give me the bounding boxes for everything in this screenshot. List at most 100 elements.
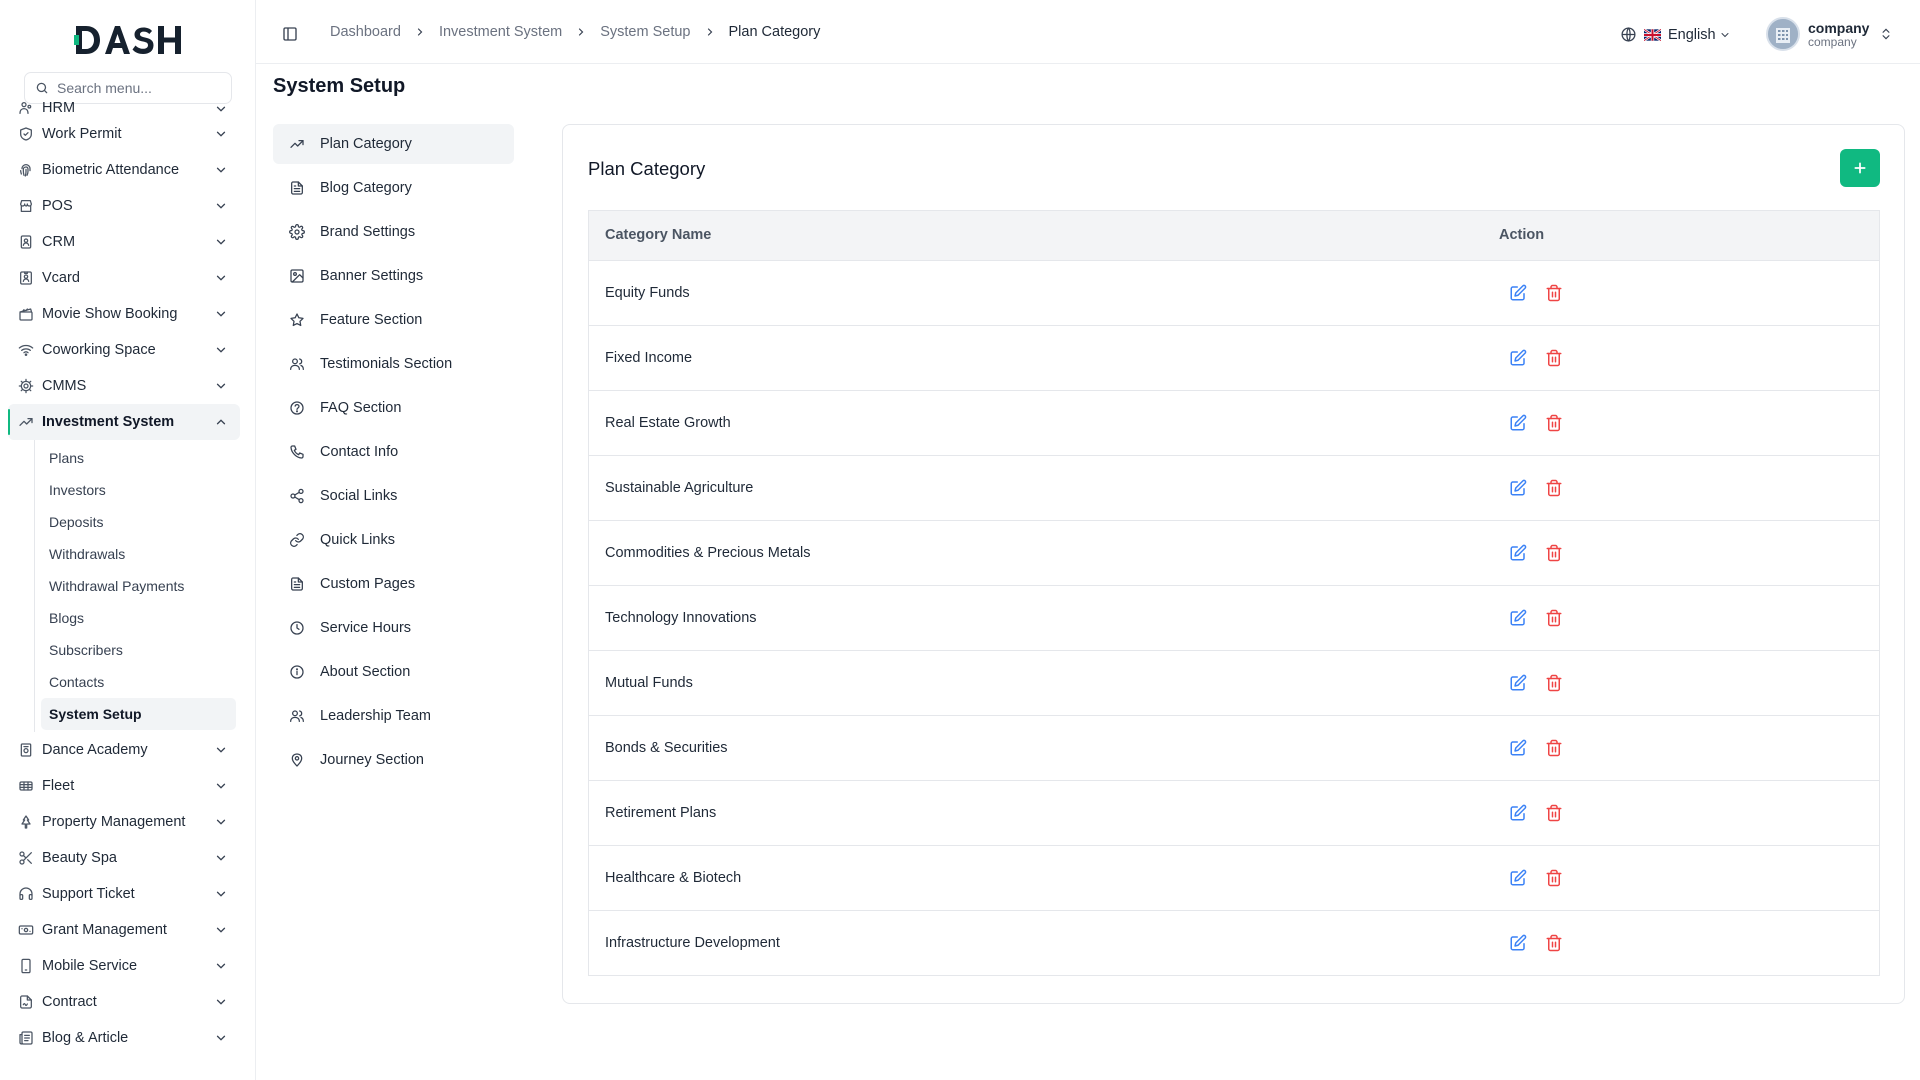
submenu-item-contacts[interactable]: Contacts <box>41 666 236 698</box>
submenu-item-subscribers[interactable]: Subscribers <box>41 634 236 666</box>
edit-icon[interactable] <box>1509 869 1527 887</box>
submenu-item-blogs[interactable]: Blogs <box>41 602 236 634</box>
edit-icon[interactable] <box>1509 934 1527 952</box>
edit-icon[interactable] <box>1509 674 1527 692</box>
language-selector[interactable]: English <box>1620 26 1731 43</box>
breadcrumb-investment-system[interactable]: Investment System <box>439 24 562 40</box>
submenu-item-withdrawals[interactable]: Withdrawals <box>41 538 236 570</box>
sidebar-item-blog-and-article[interactable]: Blog & Article <box>8 1020 240 1056</box>
add-category-button[interactable] <box>1840 149 1880 187</box>
submenu-item-plans[interactable]: Plans <box>41 442 236 474</box>
sidebar-item-pos[interactable]: POS <box>8 188 240 224</box>
chevron-down-icon <box>216 855 226 861</box>
sidebar-item-label: Mobile Service <box>42 958 138 974</box>
sidebar-item-investment-system[interactable]: Investment System <box>8 404 240 440</box>
trash-icon[interactable] <box>1545 674 1563 692</box>
chevron-up-icon <box>216 419 226 425</box>
trash-icon[interactable] <box>1545 609 1563 627</box>
settings-nav-label: About Section <box>320 664 411 680</box>
sidebar-item-vcard[interactable]: Vcard <box>8 260 240 296</box>
settings-nav-faq-section[interactable]: FAQ Section <box>273 388 514 428</box>
settings-nav-plan-category[interactable]: Plan Category <box>273 124 514 164</box>
sidebar-item-fleet[interactable]: Fleet <box>8 768 240 804</box>
file-text-icon <box>291 181 303 195</box>
settings-nav-quick-links[interactable]: Quick Links <box>273 520 514 560</box>
settings-nav-social-links[interactable]: Social Links <box>273 476 514 516</box>
submenu-item-investors[interactable]: Investors <box>41 474 236 506</box>
sidebar-item-dance-academy[interactable]: Dance Academy <box>8 732 240 768</box>
sidebar-item-label: Support Ticket <box>42 886 135 902</box>
category-name-cell: Healthcare & Biotech <box>605 869 742 886</box>
sidebar-item-movie-show-booking[interactable]: Movie Show Booking <box>8 296 240 332</box>
sidebar-item-grant-management[interactable]: Grant Management <box>8 912 240 948</box>
settings-nav-service-hours[interactable]: Service Hours <box>273 608 514 648</box>
trash-icon[interactable] <box>1545 544 1563 562</box>
edit-icon[interactable] <box>1509 284 1527 302</box>
settings-nav-contact-info[interactable]: Contact Info <box>273 432 514 472</box>
sidebar-item-support-ticket[interactable]: Support Ticket <box>8 876 240 912</box>
settings-nav-testimonials-section[interactable]: Testimonials Section <box>273 344 514 384</box>
trash-icon[interactable] <box>1545 804 1563 822</box>
edit-icon[interactable] <box>1509 609 1527 627</box>
sidebar-item-beauty-spa[interactable]: Beauty Spa <box>8 840 240 876</box>
sidebar-item-hrm[interactable]: HRM <box>8 102 240 116</box>
user-menu[interactable]: company company <box>1766 17 1893 51</box>
sidebar-item-coworking-space[interactable]: Coworking Space <box>8 332 240 368</box>
sidebar-item-mobile-service[interactable]: Mobile Service <box>8 948 240 984</box>
action-cell <box>1499 910 1879 975</box>
headset-icon <box>19 887 33 900</box>
sidebar-toggle-icon[interactable] <box>282 26 298 42</box>
edit-icon[interactable] <box>1509 544 1527 562</box>
breadcrumb-dashboard[interactable]: Dashboard <box>330 24 401 40</box>
gear-icon <box>289 224 305 240</box>
edit-icon[interactable] <box>1509 804 1527 822</box>
chevron-right-icon <box>707 28 712 36</box>
edit-icon[interactable] <box>1509 479 1527 497</box>
trash-icon[interactable] <box>1545 869 1563 887</box>
sidebar-item-crm[interactable]: CRM <box>8 224 240 260</box>
settings-nav-banner-settings[interactable]: Banner Settings <box>273 256 514 296</box>
column-header-category-name[interactable]: Category Name <box>589 211 1499 260</box>
sidebar-item-property-management[interactable]: Property Management <box>8 804 240 840</box>
edit-icon[interactable] <box>1509 739 1527 757</box>
chevron-down-icon <box>216 747 226 753</box>
dash-logo[interactable] <box>74 20 184 60</box>
settings-nav-feature-section[interactable]: Feature Section <box>273 300 514 340</box>
contact-book-icon <box>20 235 32 249</box>
truck-icon <box>19 781 33 791</box>
sidebar-item-contract[interactable]: Contract <box>8 984 240 1020</box>
sidebar-item-label: Grant Management <box>42 922 167 938</box>
sidebar-item-biometric-attendance[interactable]: Biometric Attendance <box>8 152 240 188</box>
settings-nav-leadership-team[interactable]: Leadership Team <box>273 696 514 736</box>
sidebar-item-label: HRM <box>42 102 76 116</box>
cog-icon <box>18 378 34 394</box>
submenu-item-system-setup[interactable]: System Setup <box>41 698 236 730</box>
sidebar-item-work-permit[interactable]: Work Permit <box>8 116 240 152</box>
edit-icon[interactable] <box>1509 414 1527 432</box>
chevron-down-icon <box>216 311 226 317</box>
trash-icon[interactable] <box>1545 414 1563 432</box>
breadcrumb-system-setup[interactable]: System Setup <box>600 24 690 40</box>
store-icon <box>20 200 32 212</box>
settings-nav-journey-section[interactable]: Journey Section <box>273 740 514 780</box>
trash-icon[interactable] <box>1545 739 1563 757</box>
settings-nav-custom-pages[interactable]: Custom Pages <box>273 564 514 604</box>
trash-icon[interactable] <box>1545 479 1563 497</box>
submenu-item-withdrawal-payments[interactable]: Withdrawal Payments <box>41 570 236 602</box>
sidebar-item-label: Vcard <box>42 270 80 286</box>
category-name-cell: Equity Funds <box>605 284 690 301</box>
settings-nav-blog-category[interactable]: Blog Category <box>273 168 514 208</box>
submenu-item-deposits[interactable]: Deposits <box>41 506 236 538</box>
trash-icon[interactable] <box>1545 284 1563 302</box>
sidebar-item-cmms[interactable]: CMMS <box>8 368 240 404</box>
action-cell <box>1499 845 1879 910</box>
trash-icon[interactable] <box>1545 349 1563 367</box>
category-name-cell: Commodities & Precious Metals <box>605 544 811 561</box>
menu-search[interactable] <box>24 72 232 104</box>
settings-nav-about-section[interactable]: About Section <box>273 652 514 692</box>
category-name-cell: Sustainable Agriculture <box>605 479 754 496</box>
edit-icon[interactable] <box>1509 349 1527 367</box>
settings-nav-brand-settings[interactable]: Brand Settings <box>273 212 514 252</box>
trash-icon[interactable] <box>1545 934 1563 952</box>
search-input[interactable] <box>57 80 217 96</box>
